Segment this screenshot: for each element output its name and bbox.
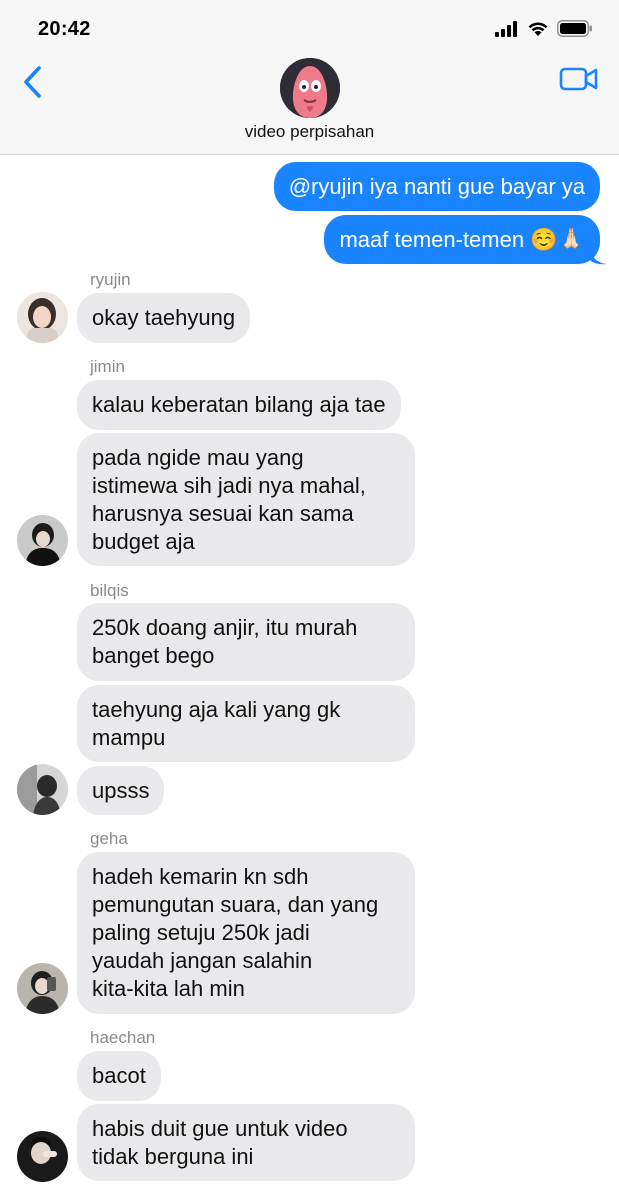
sender-name: haechan: [90, 1028, 156, 1047]
sender-name: ryujin: [90, 270, 131, 289]
group-avatar[interactable]: [280, 58, 340, 118]
status-time: 20:42: [38, 18, 91, 40]
group-title[interactable]: video perpisahan: [0, 122, 619, 142]
incoming-message[interactable]: hadeh kemarin kn sdh pemungutan suara, d…: [77, 852, 415, 1014]
outgoing-message[interactable]: @ryujin iya nanti gue bayar ya: [273, 162, 600, 211]
video-call-icon[interactable]: [559, 64, 599, 94]
signal-icon: [495, 20, 517, 37]
back-chevron-icon[interactable]: [18, 62, 48, 102]
chat-header: 20:42 video perpisahan: [0, 0, 619, 155]
wifi-icon: [528, 22, 548, 36]
bubble-tail: [589, 247, 607, 265]
avatar[interactable]: [17, 764, 68, 815]
incoming-message[interactable]: okay taehyung: [77, 293, 251, 343]
status-icons: [495, 20, 593, 37]
incoming-message[interactable]: upsss: [77, 766, 165, 815]
incoming-message[interactable]: taehyung aja kali yang gk mampu: [77, 685, 415, 762]
battery-icon: [557, 20, 592, 37]
sender-name: bilqis: [90, 581, 129, 600]
incoming-message[interactable]: pada ngide mau yang istimewa sih jadi ny…: [77, 433, 415, 566]
sender-name: jimin: [90, 357, 125, 376]
avatar[interactable]: [17, 292, 68, 343]
avatar[interactable]: [17, 963, 68, 1014]
incoming-message[interactable]: bacot: [77, 1051, 161, 1101]
incoming-message[interactable]: habis duit gue untuk video tidak berguna…: [77, 1104, 415, 1181]
avatar[interactable]: [17, 515, 68, 566]
avatar[interactable]: [17, 1131, 68, 1182]
outgoing-message[interactable]: maaf temen-temen ☺️🙏🏻: [324, 215, 600, 264]
incoming-message[interactable]: 250k doang anjir, itu murah banget bego: [77, 603, 415, 681]
sender-name: geha: [90, 829, 128, 848]
incoming-message[interactable]: kalau keberatan bilang aja tae: [77, 380, 401, 430]
